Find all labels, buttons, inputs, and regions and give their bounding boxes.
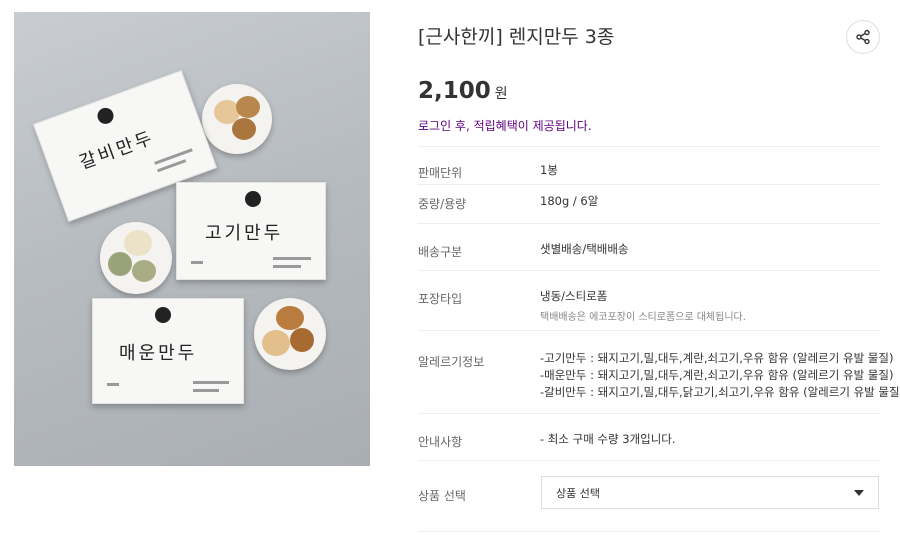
dumpling-plate	[202, 84, 272, 154]
divider	[418, 413, 880, 414]
package-label: 고기만두	[205, 223, 284, 244]
divider	[418, 184, 880, 185]
weight-value: 180g / 6알	[540, 194, 599, 208]
share-icon	[856, 29, 870, 45]
divider	[418, 223, 880, 224]
benefit-notice: 로그인 후, 적립혜택이 제공됩니다.	[418, 119, 592, 133]
packaging-label: 포장타입	[418, 292, 463, 306]
price-currency: 원	[494, 86, 508, 102]
unit-value: 1봉	[540, 163, 558, 177]
product-price: 2,100 원	[418, 78, 508, 104]
divider	[418, 146, 880, 147]
dumpling-plate	[100, 222, 172, 294]
product-title: [근사한끼] 렌지만두 3종	[418, 26, 615, 48]
product-image: 갈비만두 고기만두 매운만두	[14, 12, 370, 466]
divider	[418, 330, 880, 331]
packaging-note: 택배배송은 에코포장이 스티로폼으로 대체됩니다.	[540, 312, 746, 323]
divider	[418, 531, 880, 532]
product-package-gogi: 고기만두	[176, 182, 326, 280]
package-label: 갈비만두	[76, 127, 158, 174]
divider	[418, 460, 880, 461]
weight-label: 중량/용량	[418, 197, 467, 211]
allergy-label: 알레르기정보	[418, 355, 485, 369]
notice-label: 안내사항	[418, 435, 463, 449]
price-value: 2,100	[418, 78, 491, 104]
allergy-line: -갈비만두 : 돼지고기,밀,대두,닭고기,쇠고기,우유 함유 (알레르기 유발…	[540, 385, 900, 399]
product-select[interactable]: 상품 선택	[541, 476, 879, 509]
triangle-down-icon	[854, 489, 864, 496]
share-button[interactable]	[846, 20, 880, 54]
selection-label: 상품 선택	[418, 489, 466, 503]
packaging-value: 냉동/스티로폼	[540, 289, 608, 303]
delivery-label: 배송구분	[418, 245, 463, 259]
notice-value: - 최소 구매 수량 3개입니다.	[540, 432, 676, 446]
package-label: 매운만두	[119, 343, 198, 364]
dumpling-plate	[254, 298, 326, 370]
divider	[418, 270, 880, 271]
delivery-value: 샛별배송/택배배송	[540, 242, 629, 256]
product-select-value: 상품 선택	[556, 486, 600, 500]
unit-label: 판매단위	[418, 166, 463, 180]
product-package-maeun: 매운만두	[92, 298, 244, 404]
